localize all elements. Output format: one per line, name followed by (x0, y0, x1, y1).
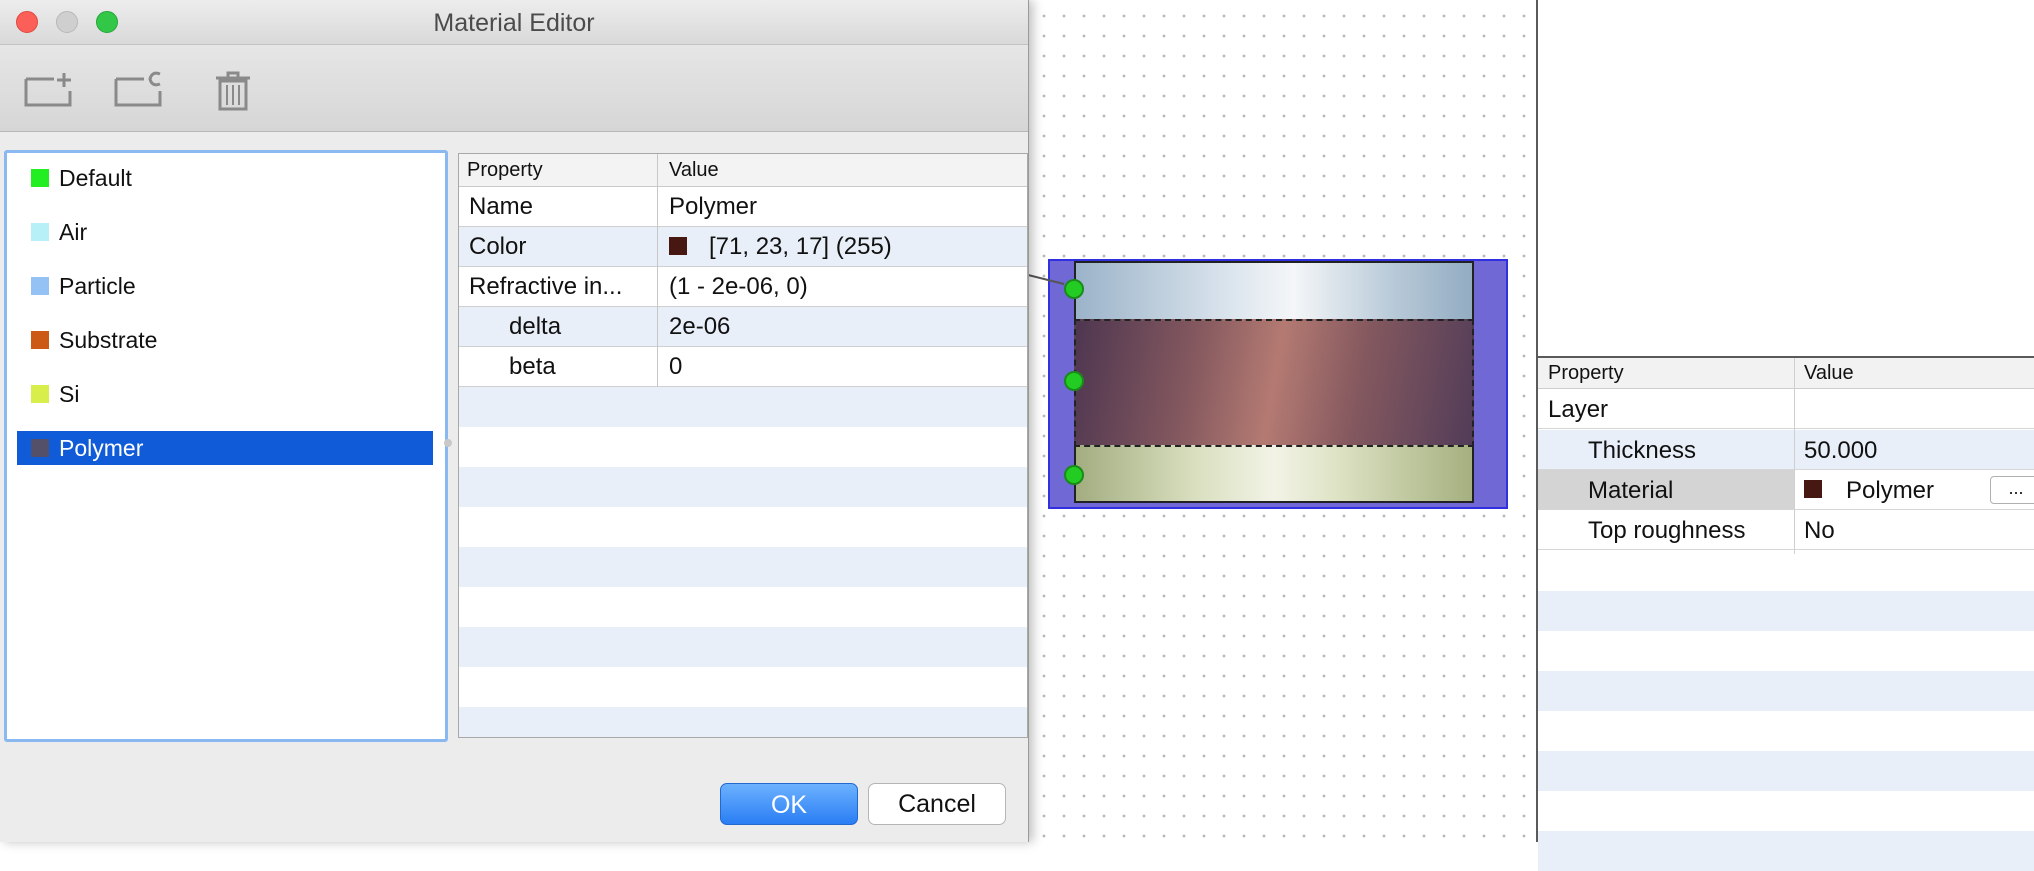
list-item-polymer[interactable]: Polymer (17, 431, 433, 465)
connection-port-bottom[interactable] (1064, 465, 1084, 485)
property-row-color[interactable]: Color [71, 23, 17] (255) (459, 227, 1027, 267)
material-name: Polymer (59, 435, 144, 461)
material-color-swatch (31, 331, 49, 349)
list-item-substrate[interactable]: Substrate (17, 323, 433, 357)
material-color-swatch (31, 223, 49, 241)
row-stripe (1538, 831, 2034, 871)
window-title: Material Editor (433, 9, 595, 37)
top-roughness-value[interactable]: No (1804, 517, 1835, 545)
layer-property-grid: Property Value Layer Thickness 50.000 Ma… (1538, 358, 2034, 871)
connection-line (1024, 273, 1065, 285)
row-stripe (459, 387, 1027, 427)
color-swatch (669, 237, 687, 255)
clone-material-button[interactable] (110, 65, 166, 113)
column-separator (1794, 358, 1795, 554)
property-row-top-roughness[interactable]: Top roughness No (1538, 510, 2034, 550)
material-name: Si (59, 381, 80, 407)
material-color-swatch (31, 169, 49, 187)
property-key: beta (509, 353, 556, 380)
layer-bottom[interactable] (1074, 445, 1474, 503)
property-row-beta[interactable]: beta 0 (459, 347, 1027, 387)
right-top-panel (1538, 0, 2034, 356)
name-value[interactable]: Polymer (669, 193, 757, 221)
toolbar (0, 45, 1028, 132)
connection-port-middle[interactable] (1064, 371, 1084, 391)
layer-top[interactable] (1074, 261, 1474, 321)
add-material-icon (24, 73, 72, 107)
header-property: Property (467, 159, 543, 181)
row-stripe (459, 547, 1027, 587)
property-table-header: Property Value (459, 154, 1027, 187)
multilayer-widget[interactable] (1048, 259, 1508, 509)
property-row-delta[interactable]: delta 2e-06 (459, 307, 1027, 347)
row-stripe (1538, 591, 2034, 631)
row-stripe (459, 467, 1027, 507)
splitter-handle[interactable] (444, 439, 452, 447)
material-name: Default (59, 165, 132, 191)
property-row-refractive-index[interactable]: Refractive in... (1 - 2e-06, 0) (459, 267, 1027, 307)
property-key: Thickness (1588, 437, 1697, 464)
browse-label: ... (2008, 478, 2024, 498)
refractive-index-value[interactable]: (1 - 2e-06, 0) (669, 273, 808, 301)
add-material-button[interactable] (20, 65, 76, 113)
property-row-thickness[interactable]: Thickness 50.000 (1538, 430, 2034, 470)
property-key: Refractive in... (469, 273, 623, 300)
property-key: Material (1588, 477, 1674, 504)
cancel-button[interactable]: Cancel (868, 783, 1006, 825)
clone-material-icon (114, 71, 162, 107)
material-list[interactable]: Default Air Particle Substrate Si Polyme… (4, 150, 448, 742)
material-value[interactable]: Polymer (1846, 477, 1934, 505)
header-value: Value (669, 159, 719, 181)
row-stripe (459, 627, 1027, 667)
material-editor-window: Material Editor Default Air Particle Sub… (0, 0, 1029, 842)
property-key: Name (469, 193, 534, 220)
list-item-si[interactable]: Si (17, 377, 433, 411)
remove-material-button[interactable] (206, 65, 262, 113)
remove-material-icon (216, 71, 250, 111)
beta-value[interactable]: 0 (669, 353, 682, 381)
material-browse-button[interactable]: ... (1990, 476, 2034, 504)
title-bar[interactable]: Material Editor (0, 0, 1028, 45)
list-item-particle[interactable]: Particle (17, 269, 433, 303)
thickness-value[interactable]: 50.000 (1804, 437, 1877, 465)
property-key: Top roughness (1588, 517, 1746, 544)
ok-button[interactable]: OK (720, 783, 858, 825)
material-property-table: Property Value Name Polymer Color [71, 2… (458, 153, 1028, 738)
column-separator (657, 154, 658, 387)
material-name: Substrate (59, 327, 158, 353)
header-value: Value (1804, 362, 1854, 384)
row-stripe (459, 707, 1027, 737)
header-property: Property (1548, 362, 1624, 384)
row-stripe (1538, 671, 2034, 711)
material-color-swatch (31, 439, 49, 457)
color-value[interactable]: [71, 23, 17] (255) (709, 233, 892, 261)
material-name: Air (59, 219, 88, 245)
material-name: Particle (59, 273, 136, 299)
list-item-air[interactable]: Air (17, 215, 433, 249)
group-row-layer: Layer (1538, 389, 2034, 429)
list-item-default[interactable]: Default (17, 161, 433, 195)
property-row-material[interactable]: Material Polymer ... (1538, 470, 2034, 510)
material-color-swatch (31, 385, 49, 403)
property-key: Color (469, 233, 527, 260)
property-grid-header: Property Value (1538, 358, 2034, 389)
delta-value[interactable]: 2e-06 (669, 313, 730, 341)
row-stripe (1538, 751, 2034, 791)
property-row-name[interactable]: Name Polymer (459, 187, 1027, 227)
group-label: Layer (1548, 396, 1609, 423)
layer-polymer[interactable] (1074, 319, 1474, 447)
property-key: delta (509, 313, 562, 340)
material-color-swatch (31, 277, 49, 295)
material-color-swatch (1804, 480, 1822, 498)
